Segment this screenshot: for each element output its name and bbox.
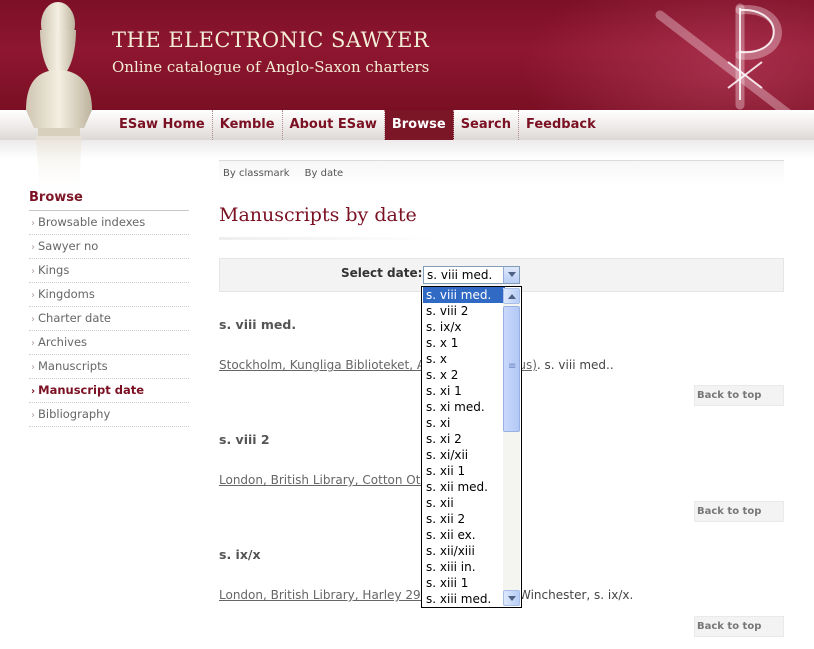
- chevron-right-icon: ›: [31, 338, 35, 349]
- back-to-top-button[interactable]: Back to top: [694, 501, 784, 522]
- dropdown-option[interactable]: s. x: [423, 351, 505, 367]
- sidebar-item-label: Manuscripts: [38, 359, 108, 373]
- sidebar-item-kings[interactable]: › Kings: [29, 259, 189, 283]
- dropdown-option[interactable]: s. xi 1: [423, 383, 505, 399]
- dropdown-option[interactable]: s. xii ex.: [423, 527, 505, 543]
- chevron-right-icon: ›: [31, 314, 35, 325]
- sidebar-list: › Browsable indexes › Sawyer no › Kings › Ki…: [29, 211, 189, 427]
- scroll-thumb[interactable]: [503, 306, 520, 432]
- dropdown-option[interactable]: s. x 2: [423, 367, 505, 383]
- section-heading: s. ix/x: [219, 547, 261, 562]
- header-banner: THE ELECTRONIC SAWYER Online catalogue o…: [0, 0, 814, 110]
- dropdown-option[interactable]: s. viii med.: [423, 287, 505, 303]
- dropdown-option[interactable]: s. viii 2: [423, 303, 505, 319]
- sidebar-item-label: Manuscript date: [38, 383, 145, 397]
- site-title: THE ELECTRONIC SAWYER: [112, 28, 430, 52]
- dropdown-option[interactable]: s. ix/x: [423, 319, 505, 335]
- sidebar-item-label: Kingdoms: [38, 287, 95, 301]
- chevron-right-icon: ›: [31, 218, 35, 229]
- manuscript-entry-suffix: . s. viii med..: [536, 358, 614, 372]
- nav-shadow: [0, 140, 814, 158]
- dropdown-option[interactable]: s. xii/xiii: [423, 543, 505, 559]
- site-subtitle: Online catalogue of Anglo-Saxon charters: [112, 58, 430, 76]
- bust-statue-icon: [26, 2, 92, 200]
- dropdown-option[interactable]: s. xi: [423, 415, 505, 431]
- subnav-by-date[interactable]: By date: [305, 165, 344, 183]
- dropdown-option[interactable]: s. xi/xii: [423, 447, 505, 463]
- chevron-right-icon: ›: [31, 386, 36, 397]
- select-date-label: Select date:: [341, 266, 423, 280]
- sidebar-item-archives[interactable]: › Archives: [29, 331, 189, 355]
- chevron-right-icon: ›: [31, 266, 35, 277]
- subnav: By classmark By date: [219, 160, 784, 186]
- manuscript-link-tail: eus). s. viii med..: [511, 358, 614, 372]
- nav-about-esaw[interactable]: About ESaw: [283, 110, 385, 140]
- dropdown-option[interactable]: s. xii 2: [423, 511, 505, 527]
- dropdown-option[interactable]: s. xi 2: [423, 431, 505, 447]
- dropdown-option[interactable]: s. xi med.: [423, 399, 505, 415]
- chevron-right-icon: ›: [31, 290, 35, 301]
- sidebar-item-label: Bibliography: [38, 407, 111, 421]
- nav-esaw-home[interactable]: ESaw Home: [112, 110, 213, 140]
- sidebar-item-manuscripts[interactable]: › Manuscripts: [29, 355, 189, 379]
- chevron-down-icon[interactable]: [503, 267, 519, 283]
- sidebar-item-label: Kings: [38, 263, 70, 277]
- section-heading: s. viii med.: [219, 317, 297, 332]
- date-dropdown-list[interactable]: s. viii med. s. viii 2 s. ix/x s. x 1 s.…: [421, 286, 522, 608]
- dropdown-option[interactable]: s. xiii 1: [423, 575, 505, 591]
- dropdown-options: s. viii med. s. viii 2 s. ix/x s. x 1 s.…: [423, 287, 505, 607]
- scroll-up-icon[interactable]: [503, 288, 520, 304]
- manuscript-link[interactable]: London, British Library, Cotton Oth: [219, 473, 428, 487]
- sidebar-item-sawyer-no[interactable]: › Sawyer no: [29, 235, 189, 259]
- page-title-rule: [219, 237, 439, 240]
- sidebar-item-kingdoms[interactable]: › Kingdoms: [29, 283, 189, 307]
- nav-browse[interactable]: Browse: [384, 110, 454, 140]
- nav-kemble[interactable]: Kemble: [213, 110, 283, 140]
- dropdown-option[interactable]: s. xiii in.: [423, 559, 505, 575]
- sidebar-item-label: Browsable indexes: [38, 215, 146, 229]
- chevron-right-icon: ›: [31, 410, 35, 421]
- date-select-value: s. viii med.: [427, 268, 493, 282]
- date-select[interactable]: s. viii med.: [423, 266, 520, 284]
- scroll-down-icon[interactable]: [503, 590, 520, 606]
- dropdown-option[interactable]: s. xiii med.: [423, 591, 505, 607]
- dropdown-option[interactable]: s. x 1: [423, 335, 505, 351]
- back-to-top-button[interactable]: Back to top: [694, 616, 784, 637]
- manuscript-entry: London, British Library, Cotton Oth: [219, 473, 428, 487]
- nav-search[interactable]: Search: [454, 110, 520, 140]
- manuscript-entry: Stockholm, Kungliga Biblioteket, A eus).…: [219, 358, 614, 372]
- main-nav: ESaw Home Kemble About ESaw Browse Searc…: [0, 110, 814, 158]
- page-title: Manuscripts by date: [219, 204, 417, 226]
- sidebar-item-manuscript-date[interactable]: › Manuscript date: [29, 379, 189, 403]
- subnav-by-classmark[interactable]: By classmark: [223, 165, 290, 183]
- chevron-right-icon: ›: [31, 362, 35, 373]
- manuscript-entry-suffix: Winchester, s. ix/x.: [519, 588, 634, 602]
- nav-items: ESaw Home Kemble About ESaw Browse Searc…: [112, 110, 603, 140]
- manuscript-entry: London, British Library, Harley 2965 Win…: [219, 588, 633, 602]
- sidebar-item-bibliography[interactable]: › Bibliography: [29, 403, 189, 427]
- dropdown-option[interactable]: s. xii: [423, 495, 505, 511]
- manuscript-link[interactable]: Stockholm, Kungliga Biblioteket, A: [219, 358, 425, 372]
- sidebar-item-label: Sawyer no: [38, 239, 99, 253]
- section-heading: s. viii 2: [219, 432, 270, 447]
- nav-feedback[interactable]: Feedback: [519, 110, 603, 140]
- dropdown-option[interactable]: s. xii 1: [423, 463, 505, 479]
- sidebar-item-label: Charter date: [38, 311, 111, 325]
- chi-rho-emblem-icon: [655, 3, 791, 110]
- sidebar-item-browsable-indexes[interactable]: › Browsable indexes: [29, 211, 189, 235]
- manuscript-link[interactable]: London, British Library, Harley 2965: [219, 588, 436, 602]
- chevron-right-icon: ›: [31, 242, 35, 253]
- back-to-top-button[interactable]: Back to top: [694, 385, 784, 406]
- dropdown-scrollbar[interactable]: [503, 288, 520, 606]
- dropdown-option[interactable]: s. xii med.: [423, 479, 505, 495]
- sidebar-item-label: Archives: [38, 335, 88, 349]
- sidebar-item-charter-date[interactable]: › Charter date: [29, 307, 189, 331]
